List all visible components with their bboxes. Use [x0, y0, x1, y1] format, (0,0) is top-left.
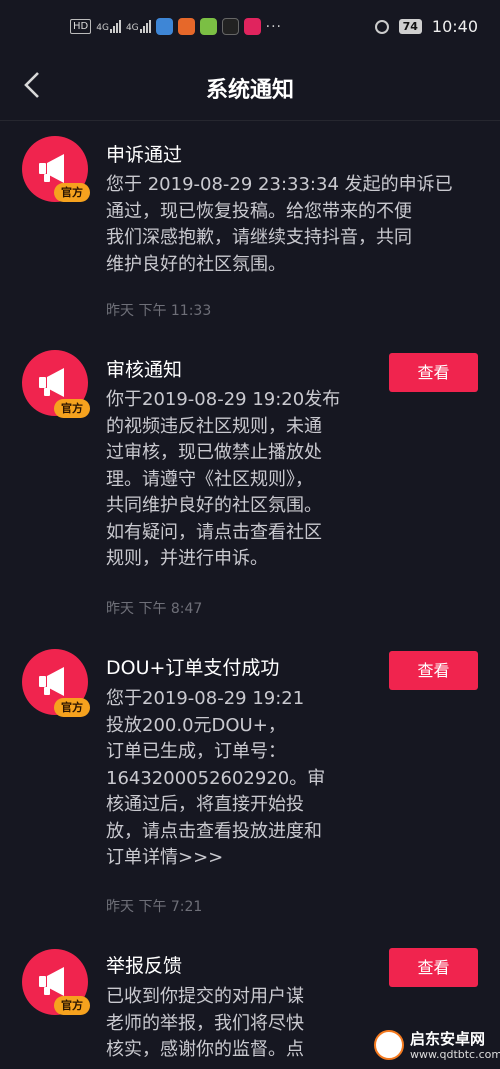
view-button[interactable]: 查看 [389, 651, 478, 690]
notification-time: 昨天 下午 8:47 [106, 601, 203, 617]
notification-time: 昨天 下午 7:21 [106, 899, 203, 915]
official-badge: 官方 [54, 698, 90, 717]
status-bar: HD 4G 4G ··· 74 10:40 [0, 0, 500, 56]
status-left: HD 4G 4G ··· [70, 18, 282, 35]
notification-item[interactable]: 官方 DOU+订单支付成功 查看 您于2019-08-29 19:21 投放20… [0, 631, 500, 931]
status-right: 74 10:40 [374, 17, 478, 36]
watermark-name: 启东安卓网 [410, 1030, 486, 1048]
notification-title: 申诉通过 [106, 144, 183, 166]
battery-icon: 74 [398, 19, 422, 34]
body-line: 理。请遵守《社区规则》， [106, 468, 313, 490]
app-notification-icon [243, 18, 261, 35]
app-notification-icon [155, 18, 173, 35]
official-badge: 官方 [54, 183, 90, 202]
body-line: 订单已生成，订单号： [106, 741, 286, 762]
body-line: 核通过后，将直接开始投 [106, 794, 304, 815]
notification-title: 审核通知 [106, 359, 183, 381]
body-line: 共同维护良好的社区氛围。 [106, 495, 322, 516]
body-line: 的视频违反社区规则，未通 [106, 415, 322, 437]
more-notifications-icon: ··· [265, 18, 282, 35]
alarm-icon [374, 19, 389, 34]
body-line: 您于2019-08-29 19:21 [106, 688, 305, 709]
body-line: 投放200.0元DOU+， [106, 714, 286, 736]
body-line: 维护良好的社区氛围。 [106, 253, 286, 275]
tiktok-icon [221, 18, 239, 35]
network-type: 4G [96, 23, 109, 33]
body-line: 1643200052602920。审 [106, 767, 326, 789]
body-line: 放，请点击查看投放进度和 [106, 820, 322, 842]
signal-icon: 4G [96, 20, 121, 33]
body-line: 订单详情>>> [106, 847, 224, 868]
notification-title: 举报反馈 [106, 955, 183, 977]
wechat-icon [199, 18, 217, 35]
notification-item[interactable]: 官方 审核通知 查看 你于2019-08-29 19:20发布 的视频违反社区规… [0, 331, 500, 631]
watermark: 启东安卓网 www.qdtbtc.com [360, 1024, 500, 1069]
network-type: 4G [125, 23, 139, 33]
megaphone-icon [39, 368, 64, 397]
body-line: 你于2019-08-29 19:20发布 [106, 389, 341, 410]
notification-body: 你于2019-08-29 19:20发布 的视频违反社区规则，未通 过审核，现已… [106, 387, 478, 573]
clock: 10:40 [431, 17, 478, 36]
notification-body: 您于2019-08-29 19:21 投放200.0元DOU+， 订单已生成，订… [106, 686, 478, 872]
body-line: 通过，现已恢复投稿。给您带来的不便 [106, 200, 412, 222]
body-line: 如有疑问，请点击查看社区 [106, 521, 322, 543]
nav-bar: 系统通知 [0, 56, 500, 120]
notification-item[interactable]: 官方 申诉通过 您于 2019-08-29 23:33:34 发起的申诉已 通过… [0, 121, 500, 331]
body-line: 过审核，现已做禁止播放处 [106, 442, 322, 463]
app-notification-icon [177, 18, 195, 35]
notification-time: 昨天 下午 11:33 [106, 303, 212, 319]
page-title: 系统通知 [205, 78, 294, 103]
body-line: 规则，并进行申诉。 [106, 548, 268, 569]
watermark-logo-icon [374, 1030, 404, 1060]
body-line: 我们深感抱歉，请继续支持抖音，共同 [106, 227, 412, 248]
hd-indicator: HD [70, 19, 92, 34]
notification-title: DOU+订单支付成功 [106, 657, 280, 679]
body-line: 您于 2019-08-29 23:33:34 发起的申诉已 [106, 174, 453, 195]
official-badge: 官方 [54, 996, 90, 1015]
watermark-url: www.qdtbtc.com [410, 1048, 500, 1061]
notification-body: 您于 2019-08-29 23:33:34 发起的申诉已 通过，现已恢复投稿。… [106, 172, 478, 278]
view-button[interactable]: 查看 [389, 948, 478, 987]
official-badge: 官方 [54, 399, 90, 418]
body-line: 已收到你提交的对用户谋 [106, 986, 304, 1007]
megaphone-icon [39, 667, 64, 696]
signal-icon: 4G [126, 20, 151, 33]
